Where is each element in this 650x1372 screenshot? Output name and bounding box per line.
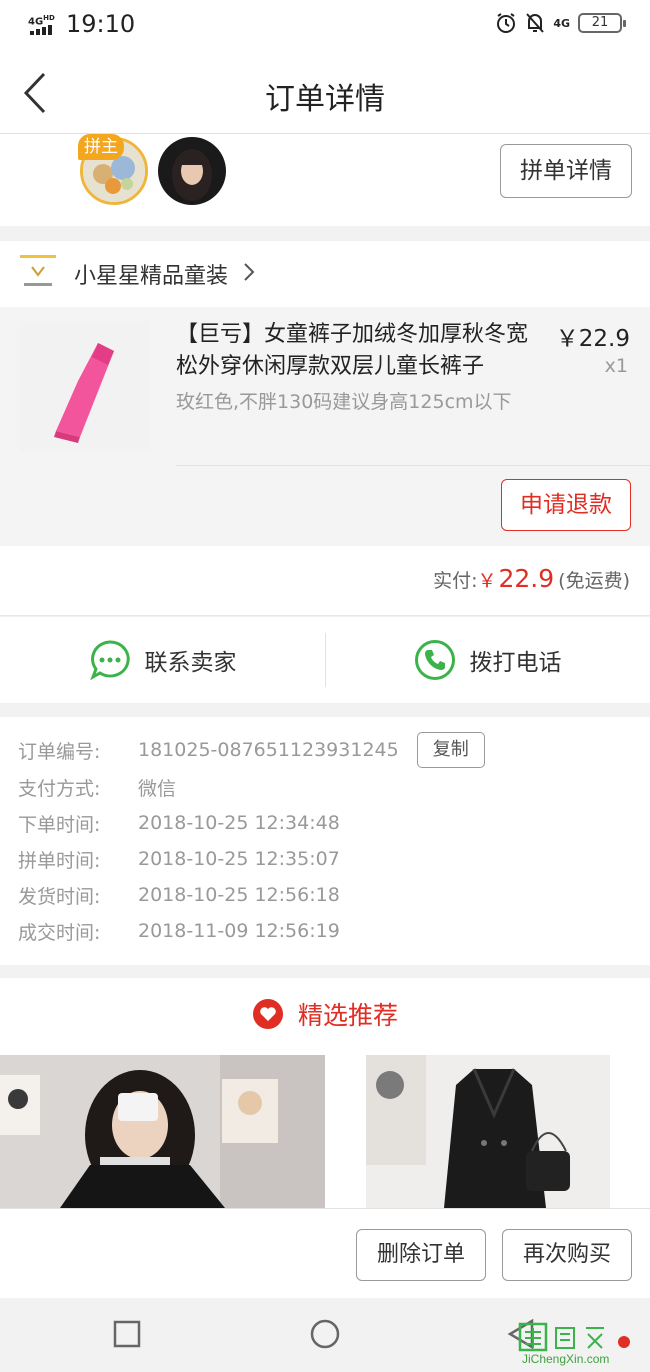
product-sku: 玫红色,不胖130码建议身高125cm以下 (176, 391, 512, 413)
rebuy-button[interactable]: 再次购买 (502, 1229, 632, 1281)
order-time-row: 下单时间: 2018-10-25 12:34:48 (18, 808, 340, 838)
product-image[interactable] (20, 321, 150, 451)
contact-row: 联系卖家 拨打电话 (0, 617, 650, 703)
status-left: 4GHD 19:10 (28, 10, 135, 38)
group-detail-button[interactable]: 拼单详情 (500, 144, 632, 198)
battery-level: 21 (591, 15, 609, 30)
refund-button[interactable]: 申请退款 (501, 479, 631, 531)
call-phone-label: 拨打电话 (469, 650, 562, 676)
recommend-item-image[interactable] (366, 1055, 610, 1208)
payment-summary: 实付: ￥ 22.9 (免运费) (0, 546, 650, 616)
ship-time-row: 发货时间: 2018-10-25 12:56:18 (18, 880, 340, 910)
chevron-right-icon (244, 263, 255, 281)
group-time-row: 拼单时间: 2018-10-25 12:35:07 (18, 844, 340, 874)
info-label: 成交时间: (18, 921, 101, 944)
status-right: 4G 21 (495, 12, 626, 34)
phone-icon (414, 640, 455, 680)
signal-icon: 4GHD (28, 11, 62, 37)
group-owner-badge: 拼主 (78, 134, 124, 160)
info-value: 2018-11-09 12:56:19 (138, 920, 340, 942)
clock: 19:10 (66, 10, 136, 38)
product-price: ￥22.9 (555, 326, 630, 352)
alarm-icon (497, 13, 516, 33)
watermark-text: JiChengXin.com (522, 1352, 610, 1366)
network-icon: 4G (553, 16, 570, 30)
recent-apps-icon[interactable] (112, 1318, 142, 1350)
shop-name: 小星星精品童装 (74, 264, 229, 289)
paid-amount: 22.9 (498, 564, 555, 593)
contact-seller-label: 联系卖家 (144, 650, 237, 676)
order-number: 181025-087651123931245 (138, 739, 399, 761)
shop-logo-icon (20, 255, 56, 291)
recommend-title-text: 精选推荐 (297, 1001, 398, 1030)
info-value: 2018-10-25 12:56:18 (138, 884, 340, 906)
bottom-action-bar: 删除订单 再次购买 (0, 1208, 650, 1298)
shop-header[interactable]: 小星星精品童装 (0, 241, 650, 307)
avatar[interactable] (158, 137, 226, 205)
info-label: 订单编号: (18, 740, 101, 763)
recommend-section: 精选推荐 (0, 978, 650, 1208)
recommend-title: 精选推荐 (0, 996, 650, 1032)
delete-order-button[interactable]: 删除订单 (356, 1229, 486, 1281)
info-label: 拼单时间: (18, 849, 101, 872)
contact-seller-button[interactable]: 联系卖家 (0, 617, 325, 703)
order-info-section: 订单编号: 181025-087651123931245 复制 支付方式: 微信… (0, 717, 650, 965)
shipping-note: (免运费) (558, 570, 630, 592)
info-label: 下单时间: (18, 813, 101, 836)
paid-label: 实付: (433, 570, 478, 592)
product-card[interactable]: 【巨亏】女童裤子加绒冬加厚秋冬宽松外穿休闲厚款双层儿童长裤子 玫红色,不胖130… (0, 307, 650, 546)
product-quantity: x1 (604, 355, 628, 377)
page-title: 订单详情 (265, 82, 385, 117)
payment-method-row: 支付方式: 微信 (18, 772, 176, 802)
call-phone-button[interactable]: 拨打电话 (325, 617, 650, 703)
copy-button[interactable]: 复制 (416, 732, 485, 768)
battery-icon: 21 (578, 13, 626, 33)
heart-icon (252, 999, 283, 1029)
complete-time-row: 成交时间: 2018-11-09 12:56:19 (18, 916, 340, 946)
nav-bar: 订单详情 (0, 52, 650, 134)
shop-section: 小星星精品童装 【巨亏】女童裤子加绒冬加厚秋冬宽松外穿休闲厚款双层儿童长裤子 玫… (0, 241, 650, 546)
info-label: 发货时间: (18, 885, 101, 908)
group-buy-section: 拼主 拼单详情 (0, 134, 650, 226)
info-value: 2018-10-25 12:34:48 (138, 812, 340, 834)
home-icon[interactable] (308, 1318, 342, 1350)
divider (176, 465, 650, 466)
order-number-row: 订单编号: 181025-087651123931245 复制 (18, 732, 485, 768)
paid-currency: ￥ (477, 570, 497, 592)
info-value: 微信 (138, 777, 177, 800)
mute-icon (526, 13, 545, 33)
info-value: 2018-10-25 12:35:07 (138, 848, 340, 870)
info-label: 支付方式: (18, 777, 101, 800)
product-title: 【巨亏】女童裤子加绒冬加厚秋冬宽松外穿休闲厚款双层儿童长裤子 (176, 322, 529, 379)
watermark-logo: JiChengXin.com (516, 1322, 634, 1368)
chat-icon (89, 640, 130, 681)
network-hd: HD (43, 14, 55, 22)
status-bar: 4GHD 19:10 4G 21 (0, 0, 650, 52)
recommend-item-image[interactable] (0, 1055, 325, 1208)
